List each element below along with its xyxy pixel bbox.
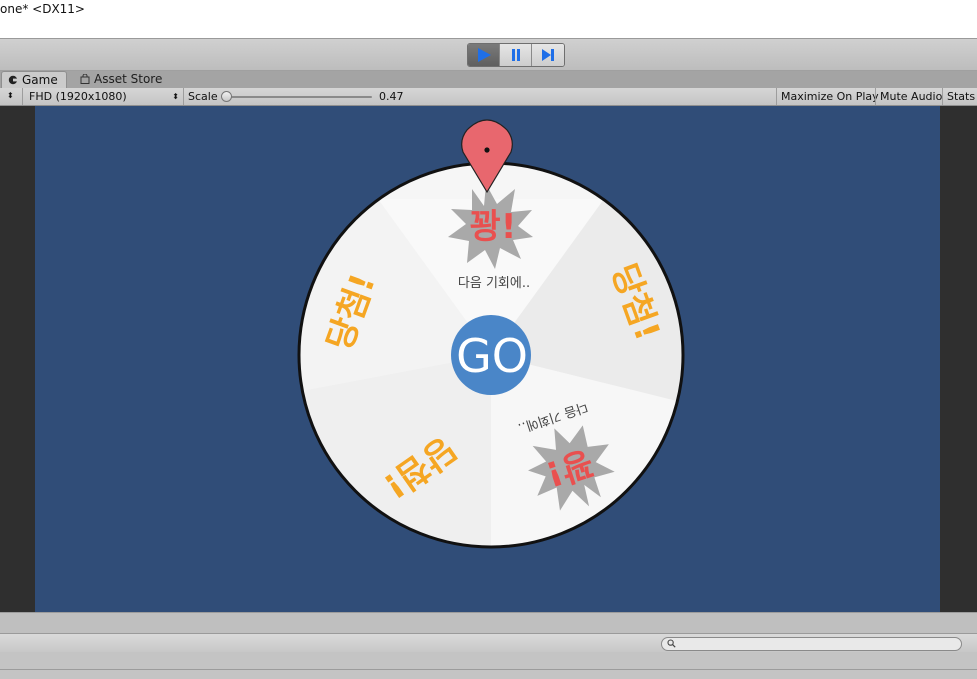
divider <box>0 669 977 670</box>
lose-label: 꽝! <box>470 207 517 247</box>
tab-asset-store[interactable]: Asset Store <box>74 71 174 88</box>
maximize-on-play-label: Maximize On Play <box>781 90 879 103</box>
resolution-dropdown[interactable]: FHD (1920x1080) ⬍ <box>22 88 184 105</box>
main-toolbar <box>0 39 977 71</box>
stats-label: Stats <box>947 90 976 103</box>
stats-toggle[interactable]: Stats <box>942 88 977 105</box>
window-title-bar: one* <DX11> <box>0 0 977 39</box>
editor-tab-bar: Game Asset Store <box>0 71 977 88</box>
step-button[interactable] <box>532 44 564 66</box>
game-viewport: 꽝! 다음 기회에.. 당첨! 꽝! 다음 기회에.. 당첨! 당첨! GO <box>0 106 977 612</box>
console-search-field[interactable] <box>661 637 962 651</box>
display-select-caret[interactable]: ⬍ <box>7 88 14 105</box>
game-view-toolbar: ⬍ FHD (1920x1080) ⬍ Scale 0.47 Maximize … <box>0 88 977 106</box>
mute-audio-toggle[interactable]: Mute Audio <box>875 88 946 105</box>
scale-label: Scale <box>188 90 218 103</box>
console-content <box>0 652 977 679</box>
lose-sublabel: 다음 기회에.. <box>458 276 530 291</box>
tab-asset-store-label: Asset Store <box>94 72 163 86</box>
maximize-on-play-toggle[interactable]: Maximize On Play <box>776 88 883 105</box>
step-icon <box>542 49 554 61</box>
scale-value: 0.47 <box>379 90 404 103</box>
tab-game[interactable]: Game <box>1 71 67 88</box>
tab-game-label: Game <box>22 73 58 87</box>
scale-slider-track[interactable] <box>226 96 372 98</box>
search-icon <box>667 639 676 648</box>
pause-icon <box>512 49 520 61</box>
pause-button[interactable] <box>500 44 532 66</box>
resolution-caret-icon: ⬍ <box>172 92 179 101</box>
console-header <box>0 612 977 633</box>
go-button-label: GO <box>456 329 528 383</box>
scale-slider-thumb[interactable] <box>221 91 232 102</box>
store-bag-icon <box>80 74 90 84</box>
wheel-segment-bottom-right <box>491 355 683 547</box>
game-canvas: 꽝! 다음 기회에.. 당첨! 꽝! 다음 기회에.. 당첨! 당첨! GO <box>35 106 940 612</box>
play-button[interactable] <box>468 44 500 66</box>
console-toolbar <box>0 633 977 653</box>
resolution-value: FHD (1920x1080) <box>29 90 127 103</box>
window-title: one* <DX11> <box>0 2 85 16</box>
pointer-pin <box>484 147 490 153</box>
go-button[interactable]: GO <box>451 315 531 395</box>
game-controller-icon <box>8 75 18 85</box>
roulette-scene: 꽝! 다음 기회에.. 당첨! 꽝! 다음 기회에.. 당첨! 당첨! GO <box>297 119 685 549</box>
play-icon <box>478 48 491 62</box>
mute-audio-label: Mute Audio <box>880 90 943 103</box>
playback-controls <box>467 43 565 67</box>
